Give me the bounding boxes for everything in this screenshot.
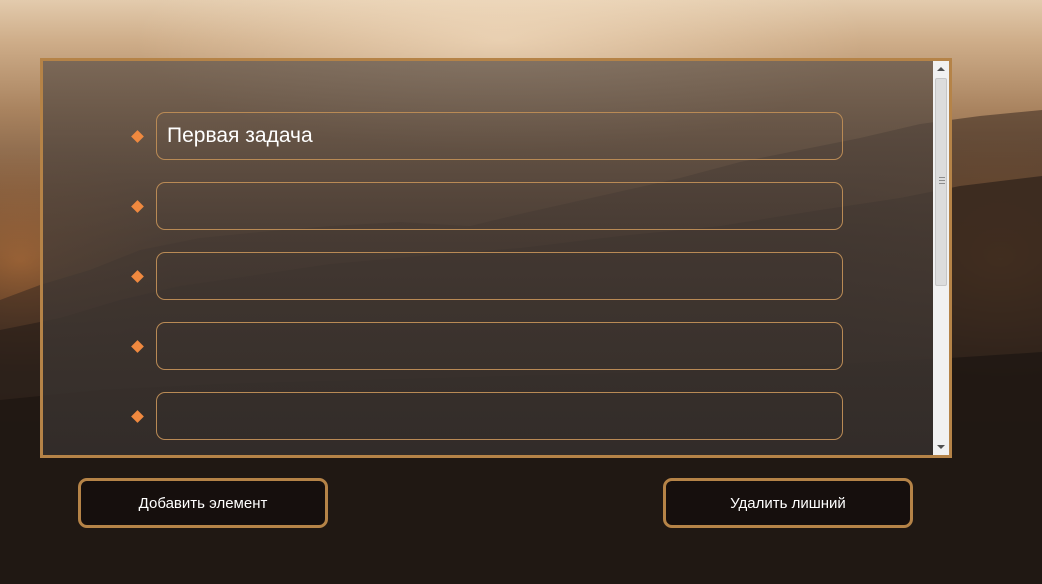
list-item xyxy=(131,252,843,302)
task-input[interactable] xyxy=(156,112,843,160)
remove-extra-button[interactable]: Удалить лишний xyxy=(663,478,913,528)
task-input[interactable] xyxy=(156,392,843,440)
arrow-up-icon xyxy=(937,67,945,71)
task-input[interactable] xyxy=(156,322,843,370)
add-element-button[interactable]: Добавить элемент xyxy=(78,478,328,528)
scroll-thumb[interactable] xyxy=(935,78,947,286)
diamond-bullet-icon xyxy=(131,130,144,143)
arrow-down-icon xyxy=(937,445,945,449)
list-item xyxy=(131,322,843,372)
scroll-down-button[interactable] xyxy=(933,439,949,455)
scroll-up-button[interactable] xyxy=(933,61,949,77)
diamond-bullet-icon xyxy=(131,270,144,283)
diamond-bullet-icon xyxy=(131,200,144,213)
diamond-bullet-icon xyxy=(131,410,144,423)
vertical-scrollbar[interactable] xyxy=(933,61,949,455)
task-input[interactable] xyxy=(156,182,843,230)
task-input[interactable] xyxy=(156,252,843,300)
diamond-bullet-icon xyxy=(131,340,144,353)
list-item xyxy=(131,182,843,232)
task-list xyxy=(43,61,933,455)
list-item xyxy=(131,392,843,442)
list-item xyxy=(131,112,843,162)
grip-icon xyxy=(939,177,945,184)
task-list-panel xyxy=(40,58,952,458)
